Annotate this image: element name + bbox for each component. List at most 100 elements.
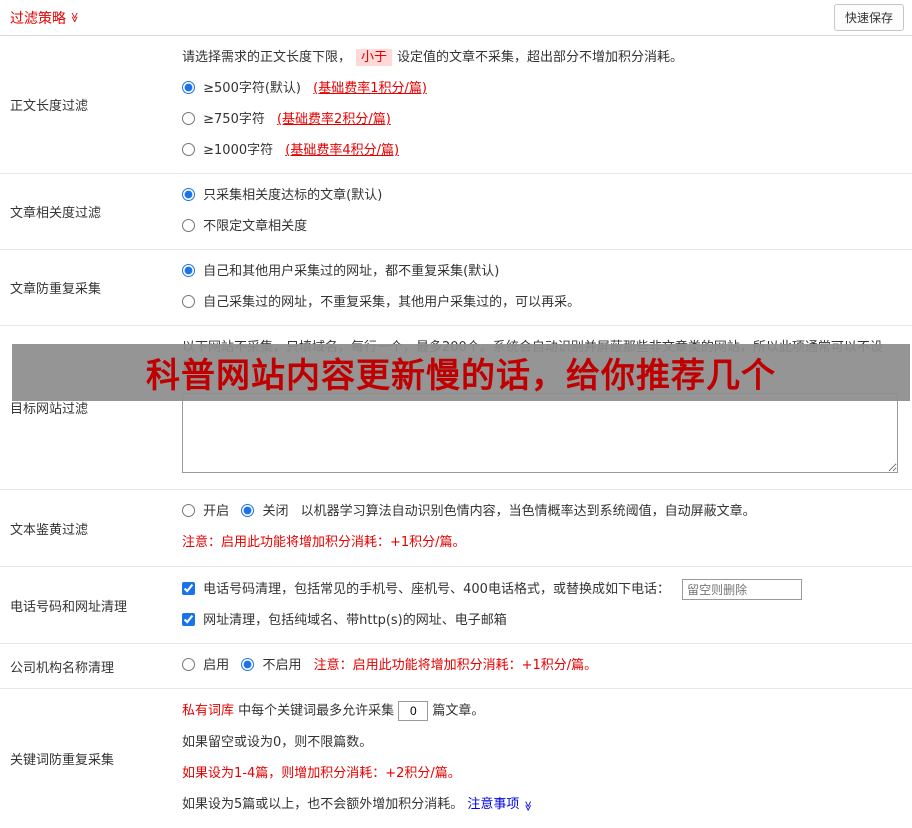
keyword-dedup-label: 关键词防重复采集 bbox=[10, 752, 115, 768]
length-option-1000-line: ≥1000字符 (基础费率4积分/篇) bbox=[182, 141, 902, 161]
porn-filter-options-line: 开启 关闭 以机器学习算法自动识别色情内容，当色情概率达到系统阈值，自动屏蔽文章… bbox=[182, 502, 902, 522]
radio-relevance-strict[interactable]: 只采集相关度达标的文章(默认) bbox=[182, 188, 382, 203]
relevance-label: 文章相关度过滤 bbox=[10, 206, 102, 221]
intro-pre: 请选择需求的正文长度下限， bbox=[182, 50, 352, 65]
company-clean-content: 启用 不启用 注意：启用此功能将增加积分消耗：+1积分/篇。 bbox=[178, 644, 912, 688]
fee-note-1000: (基础费率4积分/篇) bbox=[285, 143, 400, 158]
radio-relevance-any-label: 不限定文章相关度 bbox=[203, 219, 308, 234]
keyword-note-five-line: 如果设为5篇或以上，也不会额外增加积分消耗。 注意事项 ≫ bbox=[182, 795, 902, 816]
radio-company-off-input[interactable] bbox=[241, 658, 255, 671]
radio-length-1000-label: ≥1000字符 bbox=[203, 143, 278, 158]
keyword-note-zero: 如果留空或设为0，则不限篇数。 bbox=[182, 734, 373, 750]
phone-clean-line: 电话号码清理，包括常见的手机号、座机号、400电话格式，或替换成如下电话： bbox=[182, 579, 902, 600]
body-length-intro: 请选择需求的正文长度下限， 小于 设定值的文章不采集，超出部分不增加积分消耗。 bbox=[182, 48, 902, 68]
chevron-down-icon: ≫ bbox=[68, 12, 80, 23]
chevron-down-icon: ≫ bbox=[522, 800, 534, 811]
company-clean-line: 启用 不启用 注意：启用此功能将增加积分消耗：+1积分/篇。 bbox=[182, 656, 902, 676]
quick-save-button[interactable]: 快速保存 bbox=[833, 4, 904, 31]
radio-dedup-self-input[interactable] bbox=[182, 295, 195, 308]
radio-length-500-input[interactable] bbox=[182, 81, 195, 94]
radio-length-750-input[interactable] bbox=[182, 112, 195, 125]
checkbox-url-clean[interactable]: 网址清理，包括纯域名、带http(s)的网址、电子邮箱 bbox=[182, 613, 507, 628]
radio-length-750-label: ≥750字符 bbox=[203, 112, 269, 127]
radio-company-off[interactable]: 不启用 bbox=[241, 658, 305, 673]
radio-porn-off-input[interactable] bbox=[241, 504, 255, 517]
page-title-text: 过滤策略 bbox=[10, 10, 66, 27]
keyword-limit-input[interactable] bbox=[398, 701, 429, 721]
page-header: 过滤策略 ≫ 快速保存 bbox=[0, 0, 912, 36]
relevance-content: 只采集相关度达标的文章(默认) 不限定文章相关度 bbox=[178, 174, 912, 249]
porn-filter-desc: 以机器学习算法自动识别色情内容，当色情概率达到系统阈值，自动屏蔽文章。 bbox=[300, 504, 756, 519]
radio-relevance-any[interactable]: 不限定文章相关度 bbox=[182, 219, 307, 234]
radio-dedup-global-label: 自己和其他用户采集过的网址，都不重复采集(默认) bbox=[203, 264, 500, 279]
checkbox-phone-clean-label: 电话号码清理，包括常见的手机号、座机号、400电话格式，或替换成如下电话： bbox=[203, 582, 670, 597]
radio-relevance-any-input[interactable] bbox=[182, 219, 195, 232]
url-clean-line: 网址清理，包括纯域名、带http(s)的网址、电子邮箱 bbox=[182, 611, 902, 631]
dedup-label: 文章防重复采集 bbox=[10, 282, 102, 297]
radio-dedup-global[interactable]: 自己和其他用户采集过的网址，都不重复采集(默认) bbox=[182, 264, 499, 279]
promo-overlay: 科普网站内容更新慢的话，给你推荐几个 bbox=[12, 344, 910, 401]
relevance-option-any-line: 不限定文章相关度 bbox=[182, 217, 902, 237]
row-body-length-filter: 正文长度过滤 请选择需求的正文长度下限， 小于 设定值的文章不采集，超出部分不增加积… bbox=[0, 36, 912, 174]
porn-filter-content: 开启 关闭 以机器学习算法自动识别色情内容，当色情概率达到系统阈值，自动屏蔽文章… bbox=[178, 490, 912, 566]
checkbox-phone-clean[interactable]: 电话号码清理，包括常见的手机号、座机号、400电话格式，或替换成如下电话： bbox=[182, 582, 674, 597]
radio-company-on-label: 启用 bbox=[203, 658, 230, 673]
blocked-sites-textarea[interactable] bbox=[182, 393, 898, 473]
fee-note-500: (基础费率1积分/篇) bbox=[313, 81, 427, 96]
radio-company-on-input[interactable] bbox=[182, 658, 195, 671]
body-length-label: 正文长度过滤 bbox=[10, 99, 89, 114]
radio-dedup-self[interactable]: 自己采集过的网址，不重复采集，其他用户采集过的，可以再采。 bbox=[182, 295, 580, 310]
radio-porn-on[interactable]: 开启 bbox=[182, 504, 233, 519]
dedup-option-global-line: 自己和其他用户采集过的网址，都不重复采集(默认) bbox=[182, 262, 902, 282]
radio-porn-off-label: 关闭 bbox=[262, 504, 289, 519]
filter-strategy-page: 过滤策略 ≫ 快速保存 正文长度过滤 请选择需求的正文长度下限， 小于 设定值的文章… bbox=[0, 0, 912, 828]
notes-link-text: 注意事项 bbox=[467, 796, 520, 812]
keyword-note-five: 如果设为5篇或以上，也不会额外增加积分消耗。 bbox=[182, 796, 468, 812]
checkbox-phone-clean-input[interactable] bbox=[182, 582, 195, 595]
phone-replacement-input[interactable] bbox=[682, 579, 803, 600]
dedup-option-self-line: 自己采集过的网址，不重复采集，其他用户采集过的，可以再采。 bbox=[182, 293, 902, 313]
keyword-limit-line: 私有词库 中每个关键词最多允许采集 篇文章。 bbox=[182, 701, 902, 722]
row-dedup-filter: 文章防重复采集 自己和其他用户采集过的网址，都不重复采集(默认) 自己采集过的网… bbox=[0, 250, 912, 326]
intro-highlight: 小于 bbox=[356, 49, 393, 66]
row-keyword-dedup: 关键词防重复采集 私有词库 中每个关键词最多允许采集 篇文章。 如果留空或设为0… bbox=[0, 689, 912, 828]
fee-note-750: (基础费率2积分/篇) bbox=[276, 112, 391, 127]
radio-length-750[interactable]: ≥750字符 bbox=[182, 112, 269, 127]
notes-link[interactable]: 注意事项 ≫ bbox=[467, 796, 533, 812]
keyword-limit-mid: 中每个关键词最多允许采集 bbox=[234, 703, 399, 719]
radio-length-500[interactable]: ≥500字符(默认) bbox=[182, 81, 305, 96]
porn-filter-warning: 注意：启用此功能将增加积分消耗：+1积分/篇。 bbox=[182, 535, 466, 550]
radio-relevance-strict-input[interactable] bbox=[182, 188, 195, 201]
radio-dedup-global-input[interactable] bbox=[182, 264, 195, 277]
radio-length-500-label: ≥500字符(默认) bbox=[203, 81, 306, 96]
radio-length-1000-input[interactable] bbox=[182, 143, 195, 156]
row-relevance-filter: 文章相关度过滤 只采集相关度达标的文章(默认) 不限定文章相关度 bbox=[0, 174, 912, 250]
radio-dedup-self-label: 自己采集过的网址，不重复采集，其他用户采集过的，可以再采。 bbox=[203, 295, 581, 310]
keyword-note-fee: 如果设为1-4篇，则增加积分消耗：+2积分/篇。 bbox=[182, 765, 461, 781]
row-phone-url-clean: 电话号码和网址清理 电话号码清理，包括常见的手机号、座机号、400电话格式，或替… bbox=[0, 567, 912, 644]
radio-company-off-label: 不启用 bbox=[262, 658, 302, 673]
phone-url-label: 电话号码和网址清理 bbox=[10, 599, 128, 615]
company-clean-label: 公司机构名称清理 bbox=[10, 660, 115, 676]
intro-post: 设定值的文章不采集，超出部分不增加积分消耗。 bbox=[397, 50, 684, 65]
company-clean-warning: 注意：启用此功能将增加积分消耗：+1积分/篇。 bbox=[313, 658, 598, 673]
porn-filter-label: 文本鉴黄过滤 bbox=[10, 522, 89, 538]
radio-relevance-strict-label: 只采集相关度达标的文章(默认) bbox=[203, 188, 383, 203]
row-porn-filter: 文本鉴黄过滤 开启 关闭 以机器学习算法自动识别色情内容，当色情概率达到系统阈值… bbox=[0, 490, 912, 567]
body-length-content: 请选择需求的正文长度下限， 小于 设定值的文章不采集，超出部分不增加积分消耗。 ≥5… bbox=[178, 36, 912, 173]
checkbox-url-clean-label: 网址清理，包括纯域名、带http(s)的网址、电子邮箱 bbox=[203, 613, 507, 628]
radio-porn-on-label: 开启 bbox=[203, 504, 230, 519]
length-option-500-line: ≥500字符(默认) (基础费率1积分/篇) bbox=[182, 79, 902, 99]
radio-company-on[interactable]: 启用 bbox=[182, 658, 233, 673]
keyword-dedup-content: 私有词库 中每个关键词最多允许采集 篇文章。 如果留空或设为0，则不限篇数。 如… bbox=[178, 689, 912, 828]
phone-url-content: 电话号码清理，包括常见的手机号、座机号、400电话格式，或替换成如下电话： 网址… bbox=[178, 567, 912, 643]
radio-porn-off[interactable]: 关闭 bbox=[241, 504, 292, 519]
radio-length-1000[interactable]: ≥1000字符 bbox=[182, 143, 277, 158]
keyword-limit-post: 篇文章。 bbox=[428, 703, 485, 719]
private-dictionary-link[interactable]: 私有词库 bbox=[182, 704, 234, 719]
radio-porn-on-input[interactable] bbox=[182, 504, 195, 517]
checkbox-url-clean-input[interactable] bbox=[182, 613, 195, 626]
page-title[interactable]: 过滤策略 ≫ bbox=[10, 8, 80, 28]
length-option-750-line: ≥750字符 (基础费率2积分/篇) bbox=[182, 110, 902, 130]
dedup-content: 自己和其他用户采集过的网址，都不重复采集(默认) 自己采集过的网址，不重复采集，… bbox=[178, 250, 912, 325]
